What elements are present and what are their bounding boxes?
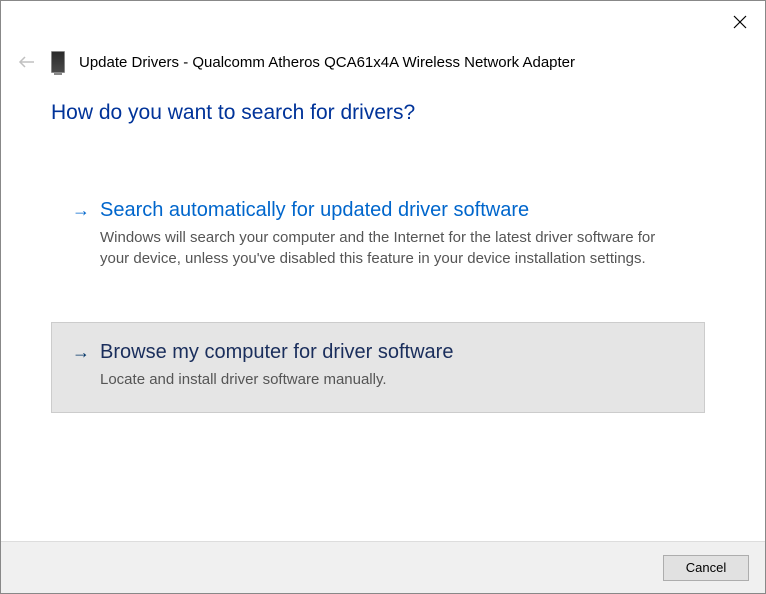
option-description: Windows will search your computer and th…: [100, 227, 684, 269]
arrow-right-icon: →: [72, 197, 90, 223]
option-text: Browse my computer for driver software L…: [100, 339, 684, 390]
close-button[interactable]: [731, 13, 749, 31]
header-row: Update Drivers - Qualcomm Atheros QCA61x…: [17, 51, 749, 73]
content-area: How do you want to search for drivers? →…: [51, 101, 705, 443]
option-title: Browse my computer for driver software: [100, 339, 684, 365]
arrow-right-icon: →: [72, 339, 90, 365]
window-title: Update Drivers - Qualcomm Atheros QCA61x…: [79, 54, 575, 71]
close-icon: [733, 15, 747, 29]
footer-bar: Cancel: [1, 541, 765, 593]
cancel-button[interactable]: Cancel: [663, 555, 749, 581]
back-arrow-icon: [18, 55, 36, 69]
option-search-automatically[interactable]: → Search automatically for updated drive…: [51, 180, 705, 292]
device-icon: [51, 51, 65, 73]
option-description: Locate and install driver software manua…: [100, 369, 684, 390]
main-heading: How do you want to search for drivers?: [51, 101, 705, 125]
option-title: Search automatically for updated driver …: [100, 197, 684, 223]
option-text: Search automatically for updated driver …: [100, 197, 684, 269]
option-browse-computer[interactable]: → Browse my computer for driver software…: [51, 322, 705, 413]
back-button[interactable]: [17, 52, 37, 72]
